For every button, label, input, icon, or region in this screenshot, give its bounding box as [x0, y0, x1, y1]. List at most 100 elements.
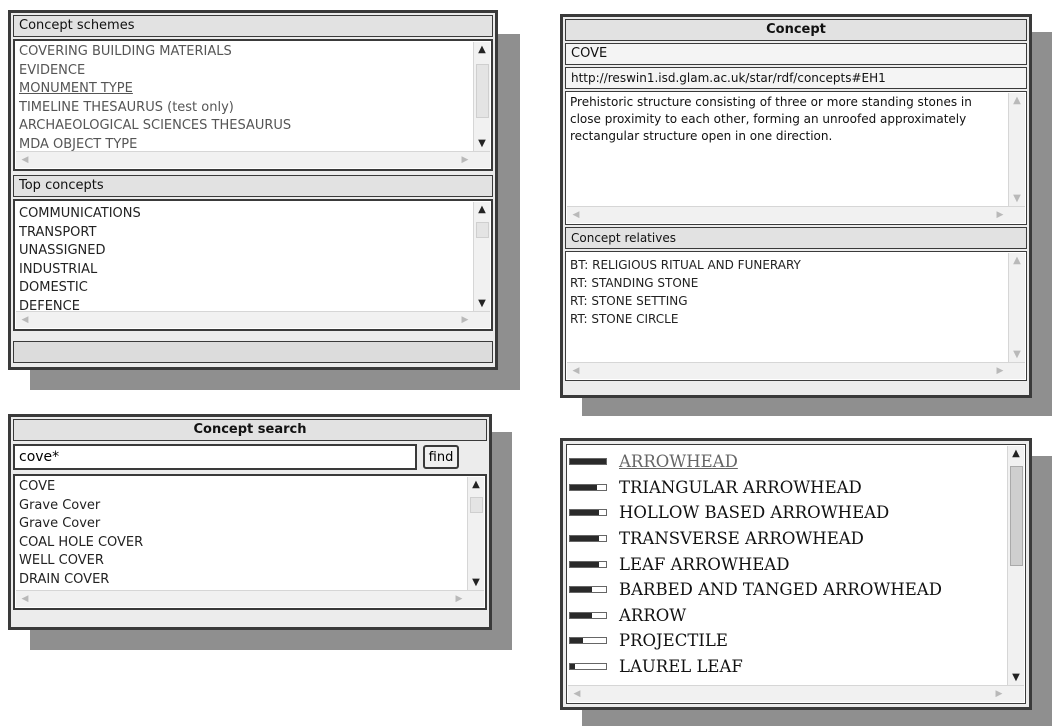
relative-item[interactable]: RT: STONE CIRCLE	[570, 310, 1004, 328]
relevance-bar	[569, 663, 607, 671]
ranked-result-row[interactable]: LEAF ARROWHEAD	[569, 551, 1003, 577]
top-concept-item[interactable]: DOMESTIC	[19, 279, 469, 298]
scroll-down-arrow-icon[interactable]: ▼	[474, 296, 490, 312]
ranked-result-term[interactable]: ARROW	[619, 606, 686, 625]
search-result-item[interactable]: Grave Cover	[19, 497, 463, 516]
ranked-result-row[interactable]: PROJECTILE	[569, 628, 1003, 654]
relative-item[interactable]: RT: STONE SETTING	[570, 292, 1004, 310]
scroll-down-arrow-icon[interactable]: ▼	[1009, 347, 1025, 363]
top-concept-item[interactable]: DEFENCE	[19, 298, 469, 312]
vertical-scrollbar[interactable]: ▲ ▼	[1008, 253, 1025, 363]
scroll-up-arrow-icon[interactable]: ▲	[1009, 93, 1025, 109]
vertical-scrollbar[interactable]: ▲ ▼	[473, 42, 490, 152]
scroll-down-arrow-icon[interactable]: ▼	[474, 136, 490, 152]
ranked-result-row[interactable]: ARROWHEAD	[569, 449, 1003, 475]
scroll-left-arrow-icon[interactable]: ◀	[18, 152, 32, 168]
scheme-item[interactable]: TIMELINE THESAURUS (test only)	[19, 99, 469, 118]
horizontal-scrollbar[interactable]: ◀ ▶	[568, 685, 1024, 702]
top-concept-item[interactable]: COMMUNICATIONS	[19, 205, 469, 224]
scroll-up-arrow-icon[interactable]: ▲	[474, 42, 490, 58]
relevance-bar-fill	[570, 612, 592, 618]
concept-label-field: COVE	[565, 43, 1027, 65]
top-concept-item[interactable]: INDUSTRIAL	[19, 261, 469, 280]
scroll-up-arrow-icon[interactable]: ▲	[1009, 253, 1025, 269]
search-result-item[interactable]: COVE	[19, 478, 463, 497]
relevance-bar	[569, 509, 607, 517]
concept-description-box[interactable]: Prehistoric structure consisting of thre…	[565, 91, 1027, 225]
scroll-down-arrow-icon[interactable]: ▼	[468, 575, 484, 591]
vertical-scrollbar[interactable]: ▲ ▼	[473, 202, 490, 312]
find-button[interactable]: find	[423, 445, 459, 469]
vertical-scrollbar[interactable]: ▲ ▼	[1007, 446, 1024, 686]
scroll-left-arrow-icon[interactable]: ◀	[569, 363, 583, 379]
concept-header: Concept	[565, 19, 1027, 41]
ranked-results-panel: ARROWHEAD TRIANGULAR ARROWHEAD HOLLOW BASE…	[560, 438, 1032, 710]
ranked-result-term[interactable]: HOLLOW BASED ARROWHEAD	[619, 503, 889, 522]
scroll-up-arrow-icon[interactable]: ▲	[1008, 446, 1024, 462]
scheme-item[interactable]: MDA OBJECT TYPE	[19, 136, 469, 152]
relevance-bar-fill	[570, 561, 599, 567]
concept-uri-field[interactable]: http://reswin1.isd.glam.ac.uk/star/rdf/c…	[565, 67, 1027, 89]
scroll-right-arrow-icon[interactable]: ▶	[458, 312, 472, 328]
scroll-right-arrow-icon[interactable]: ▶	[993, 207, 1007, 223]
scroll-up-arrow-icon[interactable]: ▲	[474, 202, 490, 218]
ranked-result-term[interactable]: TRANSVERSE ARROWHEAD	[619, 529, 864, 548]
vertical-scrollbar[interactable]: ▲ ▼	[1008, 93, 1025, 207]
relevance-bar	[569, 458, 607, 466]
ranked-result-row[interactable]: TRANSVERSE ARROWHEAD	[569, 526, 1003, 552]
ranked-result-term[interactable]: LAUREL LEAF	[619, 657, 743, 676]
search-result-item[interactable]: Grave Cover	[19, 515, 463, 534]
scheme-item-selected[interactable]: MONUMENT TYPE	[19, 80, 469, 99]
top-concept-item[interactable]: TRANSPORT	[19, 224, 469, 243]
horizontal-scrollbar[interactable]: ◀ ▶	[16, 590, 484, 607]
scroll-left-arrow-icon[interactable]: ◀	[18, 591, 32, 607]
top-concepts-list[interactable]: COMMUNICATIONS TRANSPORT UNASSIGNED INDU…	[13, 199, 493, 331]
scroll-up-arrow-icon[interactable]: ▲	[468, 477, 484, 493]
search-input[interactable]	[13, 444, 417, 470]
ranked-result-term[interactable]: TRIANGULAR ARROWHEAD	[619, 478, 862, 497]
scheme-item[interactable]: EVIDENCE	[19, 62, 469, 81]
search-result-item[interactable]: COAL HOLE COVER	[19, 534, 463, 553]
scrollbar-thumb[interactable]	[476, 222, 489, 238]
search-result-item[interactable]: DRAIN COVER	[19, 571, 463, 590]
relative-item[interactable]: BT: RELIGIOUS RITUAL AND FUNERARY	[570, 256, 1004, 274]
horizontal-scrollbar[interactable]: ◀ ▶	[16, 311, 490, 328]
scroll-right-arrow-icon[interactable]: ▶	[452, 591, 466, 607]
ranked-result-row[interactable]: ARROW	[569, 603, 1003, 629]
scrollbar-thumb[interactable]	[476, 64, 489, 118]
top-concept-item[interactable]: UNASSIGNED	[19, 242, 469, 261]
status-bar	[13, 341, 493, 363]
scrollbar-thumb[interactable]	[1010, 466, 1023, 566]
scheme-item[interactable]: COVERING BUILDING MATERIALS	[19, 43, 469, 62]
ranked-results-list[interactable]: ARROWHEAD TRIANGULAR ARROWHEAD HOLLOW BASE…	[566, 444, 1026, 704]
search-result-item[interactable]: WELL COVER	[19, 552, 463, 571]
relative-item[interactable]: RT: STANDING STONE	[570, 274, 1004, 292]
search-results-list[interactable]: COVE Grave Cover Grave Cover COAL HOLE C…	[13, 474, 487, 610]
ranked-result-row[interactable]: TRIANGULAR ARROWHEAD	[569, 475, 1003, 501]
ranked-results-items: ARROWHEAD TRIANGULAR ARROWHEAD HOLLOW BASE…	[569, 449, 1003, 685]
scroll-left-arrow-icon[interactable]: ◀	[18, 312, 32, 328]
scroll-left-arrow-icon[interactable]: ◀	[570, 686, 584, 702]
scheme-item[interactable]: ARCHAEOLOGICAL SCIENCES THESAURUS	[19, 117, 469, 136]
scroll-right-arrow-icon[interactable]: ▶	[993, 363, 1007, 379]
scroll-right-arrow-icon[interactable]: ▶	[458, 152, 472, 168]
ranked-result-row[interactable]: BARBED AND TANGED ARROWHEAD	[569, 577, 1003, 603]
ranked-result-row[interactable]: LAUREL LEAF	[569, 654, 1003, 680]
horizontal-scrollbar[interactable]: ◀ ▶	[567, 362, 1025, 379]
ranked-result-term[interactable]: LEAF ARROWHEAD	[619, 555, 789, 574]
concept-schemes-list[interactable]: COVERING BUILDING MATERIALS EVIDENCE MON…	[13, 39, 493, 171]
scrollbar-thumb[interactable]	[470, 497, 483, 513]
relevance-bar	[569, 535, 607, 543]
ranked-result-row[interactable]: HOLLOW BASED ARROWHEAD	[569, 500, 1003, 526]
scroll-left-arrow-icon[interactable]: ◀	[569, 207, 583, 223]
horizontal-scrollbar[interactable]: ◀ ▶	[16, 151, 490, 168]
concept-relatives-list[interactable]: BT: RELIGIOUS RITUAL AND FUNERARY RT: ST…	[565, 251, 1027, 381]
scroll-right-arrow-icon[interactable]: ▶	[992, 686, 1006, 702]
scroll-down-arrow-icon[interactable]: ▼	[1009, 191, 1025, 207]
vertical-scrollbar[interactable]: ▲ ▼	[467, 477, 484, 591]
ranked-result-term[interactable]: PROJECTILE	[619, 631, 728, 650]
horizontal-scrollbar[interactable]: ◀ ▶	[567, 206, 1025, 223]
ranked-result-term[interactable]: BARBED AND TANGED ARROWHEAD	[619, 580, 942, 599]
ranked-result-term[interactable]: ARROWHEAD	[619, 452, 738, 471]
scroll-down-arrow-icon[interactable]: ▼	[1008, 670, 1024, 686]
